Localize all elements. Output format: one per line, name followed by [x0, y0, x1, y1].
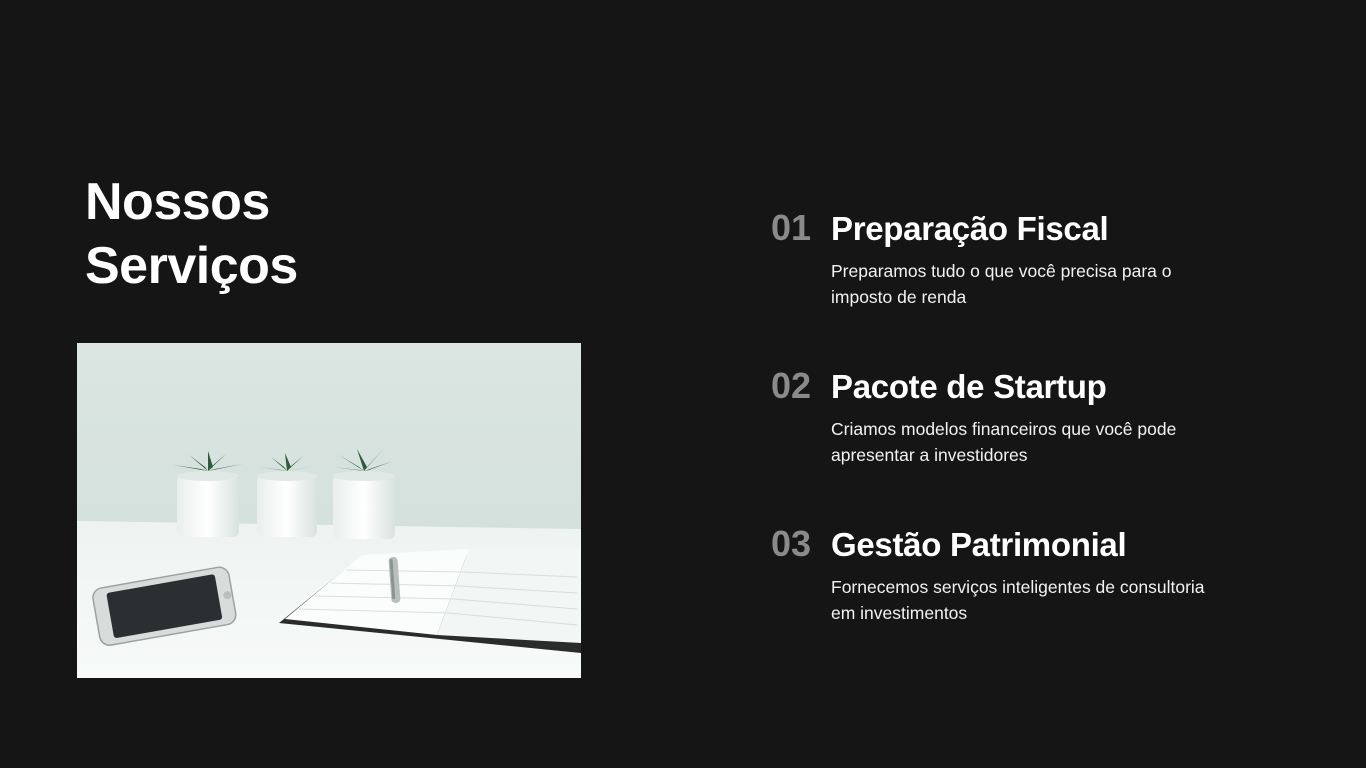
- page-title-line-2: Serviços: [85, 237, 298, 295]
- service-number: 01: [771, 207, 812, 248]
- service-number: 03: [771, 523, 812, 564]
- page-title-line-1: Nossos: [85, 173, 270, 231]
- workspace-photo: [77, 343, 581, 678]
- service-title: Gestão Patrimonial: [831, 526, 1127, 563]
- service-number: 02: [771, 365, 812, 406]
- page-title: Nossos Serviços: [85, 170, 298, 298]
- service-description: Fornecemos serviços inteligentes de cons…: [831, 577, 1205, 623]
- service-title: Pacote de Startup: [831, 368, 1107, 405]
- service-description: Preparamos tudo o que você precisa para …: [831, 261, 1172, 307]
- service-title: Preparação Fiscal: [831, 210, 1109, 247]
- service-description: Criamos modelos financeiros que você pod…: [831, 419, 1177, 465]
